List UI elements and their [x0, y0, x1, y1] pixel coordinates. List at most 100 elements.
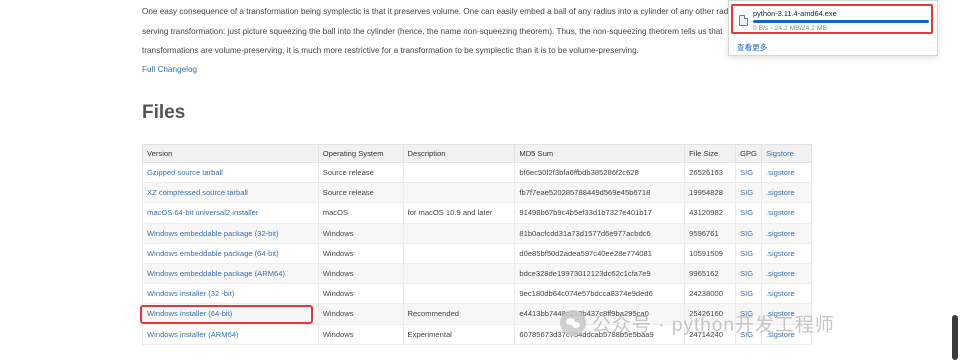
watermark-text: 公众号 · python开发工程师 [592, 314, 835, 336]
gpg-sig-link[interactable]: SIG [740, 208, 753, 217]
sigstore-cell[interactable]: .sigstore [761, 242, 812, 264]
md5-cell: d0e85bf50d2adea597c40ee28e774081 [514, 242, 686, 264]
gpg-sig-link[interactable]: SIG [740, 249, 753, 258]
download-link[interactable]: Windows installer (32 -bit) [147, 289, 234, 298]
download-link[interactable]: Windows embeddable package (ARM64) [147, 269, 285, 278]
gpg-cell[interactable]: SIG [735, 182, 763, 204]
description-cell: Experimental [402, 323, 516, 345]
gpg-sig-link[interactable]: SIG [740, 269, 753, 278]
wechat-logo-icon [560, 310, 586, 336]
table-row: XZ compressed source tarball Source rele… [142, 182, 812, 204]
gpg-cell[interactable]: SIG [735, 262, 763, 285]
version-cell[interactable]: Windows installer (ARM64) [142, 323, 319, 345]
version-cell[interactable]: Windows installer (64-bit) [142, 303, 319, 325]
os-cell: Windows [317, 303, 404, 325]
sigstore-link[interactable]: .sigstore [766, 208, 795, 217]
description-cell: for macOS 10.9 and later [402, 202, 516, 224]
download-link[interactable]: Gzipped source tarball [147, 168, 223, 177]
sigstore-link[interactable]: .sigstore [766, 229, 795, 238]
description-cell [402, 161, 516, 184]
python-release-page: One easy consequence of a transformation… [0, 0, 960, 360]
sigstore-link[interactable]: .sigstore [766, 289, 795, 298]
sigstore-cell[interactable]: .sigstore [761, 262, 812, 285]
size-cell: 9596761 [684, 222, 737, 244]
gpg-cell[interactable]: SIG [735, 242, 763, 264]
version-cell[interactable]: Gzipped source tarball [142, 161, 319, 184]
version-cell[interactable]: Windows installer (32 -bit) [142, 283, 319, 305]
version-cell[interactable]: macOS 64-bit universal2 installer [142, 202, 319, 224]
gpg-sig-link[interactable]: SIG [740, 229, 753, 238]
os-cell: Windows [317, 222, 404, 244]
os-cell: Source release [317, 182, 404, 204]
os-cell: Windows [317, 242, 404, 264]
version-cell[interactable]: Windows embeddable package (64-bit) [142, 242, 319, 264]
table-header-row: Version Operating System Description MD5… [142, 144, 812, 163]
table-row: Windows embeddable package (32-bit) Wind… [142, 222, 812, 244]
sigstore-cell[interactable]: .sigstore [761, 283, 812, 305]
size-cell: 26526163 [684, 161, 737, 184]
description-cell [402, 262, 516, 285]
sigstore-link[interactable]: .sigstore [766, 188, 795, 197]
intro-line: transformations are volume-preserving, i… [142, 46, 639, 55]
download-link[interactable]: XZ compressed source tarball [147, 188, 248, 197]
gpg-sig-link[interactable]: SIG [740, 289, 753, 298]
sigstore-cell[interactable]: .sigstore [761, 222, 812, 244]
header-version: Version [142, 144, 319, 163]
size-cell: 9965162 [684, 262, 737, 285]
download-status: 0 B/s - 24.2 MB/24.2 MB [753, 25, 828, 32]
sigstore-link[interactable]: .sigstore [766, 168, 795, 177]
intro-line: serving transformation: just picture squ… [142, 26, 723, 36]
sigstore-cell[interactable]: .sigstore [761, 182, 812, 204]
sigstore-link[interactable]: .sigstore [766, 249, 795, 258]
gpg-cell[interactable]: SIG [735, 222, 763, 244]
download-filename[interactable]: python-3.11.4-amd64.exe [753, 9, 837, 18]
download-item[interactable]: python-3.11.4-amd64.exe 0 B/s - 24.2 MB/… [731, 4, 933, 34]
md5-cell: 9ec180db64c074e57bdcca8374e9ded6 [514, 283, 686, 305]
file-icon [739, 15, 748, 26]
sigstore-cell[interactable]: .sigstore [761, 202, 812, 224]
description-cell [402, 222, 516, 244]
download-link[interactable]: Windows embeddable package (32-bit) [147, 229, 279, 238]
description-cell [402, 242, 516, 264]
header-os: Operating System [317, 144, 404, 163]
version-cell[interactable]: XZ compressed source tarball [142, 182, 319, 204]
watermark: 公众号 · python开发工程师 [560, 306, 835, 340]
scrollbar[interactable] [952, 315, 958, 360]
size-cell: 10591509 [684, 242, 737, 264]
gpg-cell[interactable]: SIG [735, 283, 763, 305]
version-cell[interactable]: Windows embeddable package (ARM64) [142, 262, 319, 285]
sigstore-link[interactable]: .sigstore [766, 269, 795, 278]
download-progress-bar [753, 20, 929, 23]
version-cell[interactable]: Windows embeddable package (32-bit) [142, 222, 319, 244]
description-cell [402, 283, 516, 305]
download-link[interactable]: Windows installer (ARM64) [147, 330, 239, 339]
md5-cell: 91498b67b9c4b5ef33d1b7327e401b17 [514, 202, 686, 224]
description-cell [402, 182, 516, 204]
download-link[interactable]: Windows embeddable package (64-bit) [147, 249, 279, 258]
download-link[interactable]: Windows installer (64-bit) [147, 309, 232, 318]
gpg-sig-link[interactable]: SIG [740, 168, 753, 177]
download-link[interactable]: macOS 64-bit universal2 installer [147, 208, 258, 217]
show-more-link[interactable]: 查看更多 [737, 42, 767, 53]
header-sigstore[interactable]: Sigstore [761, 144, 812, 163]
description-cell: Recommended [402, 303, 516, 325]
gpg-cell[interactable]: SIG [735, 161, 763, 184]
os-cell: Windows [317, 283, 404, 305]
table-row: Windows embeddable package (ARM64) Windo… [142, 262, 812, 285]
os-cell: Windows [317, 262, 404, 285]
gpg-cell[interactable]: SIG [735, 202, 763, 224]
table-row: Gzipped source tarball Source release bf… [142, 161, 812, 184]
md5-cell: 81b0acfcdd31a73d1577d6e977acbdc6 [514, 222, 686, 244]
intro-paragraph: One easy consequence of a transformation… [142, 2, 742, 61]
md5-cell: bf6ec50f2f3bfa6ffbdb385286f2c628 [514, 161, 686, 184]
sigstore-cell[interactable]: .sigstore [761, 161, 812, 184]
table-row: macOS 64-bit universal2 installer macOS … [142, 202, 812, 224]
gpg-sig-link[interactable]: SIG [740, 188, 753, 197]
os-cell: macOS [317, 202, 404, 224]
size-cell: 24238000 [684, 283, 737, 305]
table-row: Windows embeddable package (64-bit) Wind… [142, 242, 812, 264]
size-cell: 19954828 [684, 182, 737, 204]
sigstore-header-link[interactable]: Sigstore [766, 149, 794, 158]
header-md5: MD5 Sum [514, 144, 686, 163]
full-changelog-link[interactable]: Full Changelog [142, 65, 197, 74]
